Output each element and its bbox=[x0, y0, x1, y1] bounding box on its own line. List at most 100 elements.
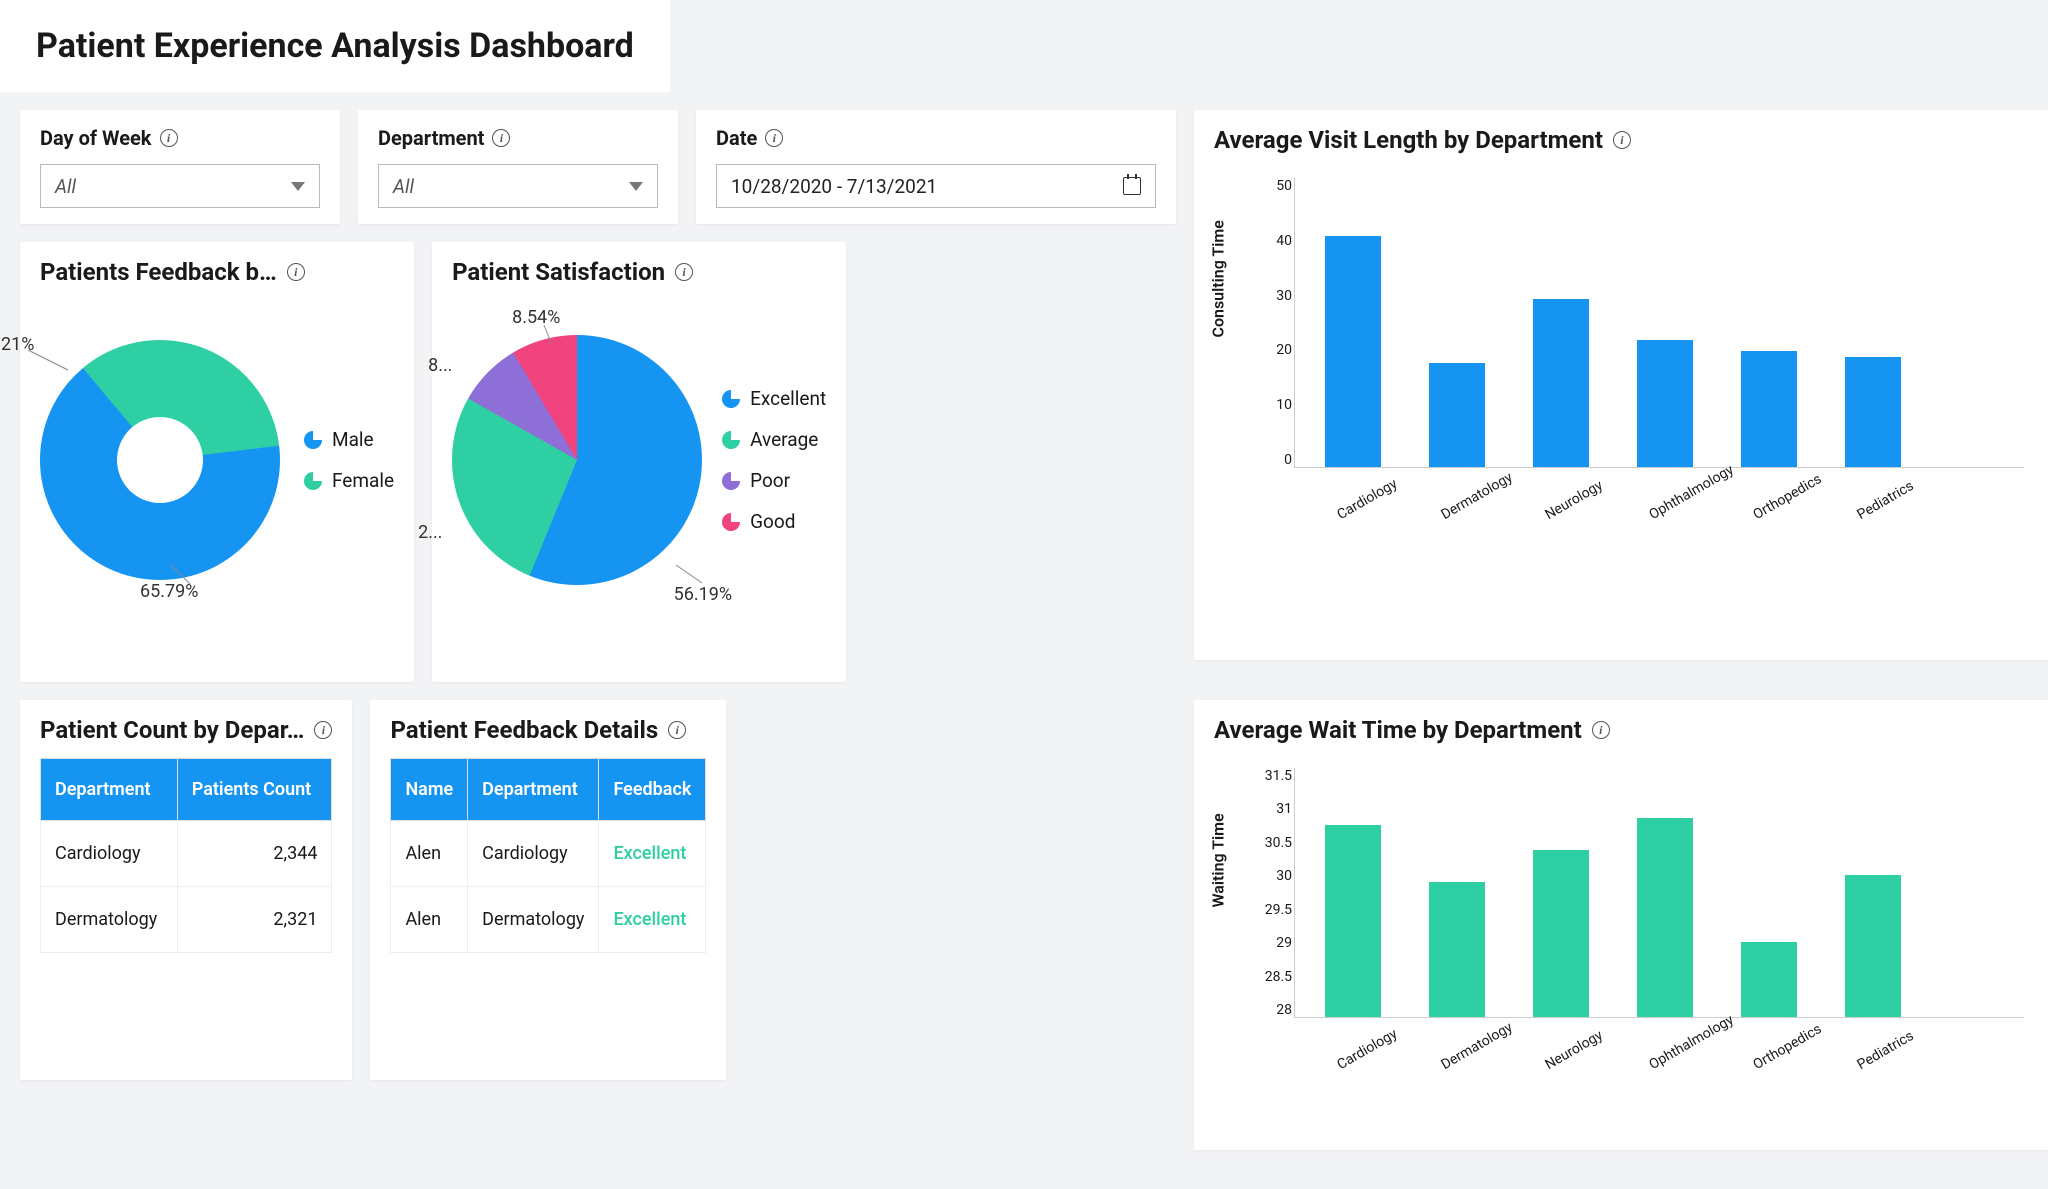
y-tick: 0 bbox=[1284, 452, 1292, 468]
legend-item[interactable]: Good bbox=[722, 510, 826, 533]
count-table-card: Patient Count by Depar… i Department Pat… bbox=[20, 700, 352, 1080]
x-tick: Ophthalmology bbox=[1644, 1026, 1728, 1116]
bar[interactable] bbox=[1637, 818, 1693, 1017]
bar[interactable] bbox=[1429, 882, 1485, 1017]
table-row[interactable]: Cardiology2,344 bbox=[41, 821, 332, 887]
page-title: Patient Experience Analysis Dashboard bbox=[36, 26, 634, 66]
details-table-body: AlenCardiologyExcellentAlenDermatologyEx… bbox=[391, 821, 706, 953]
wait-yticks: 31.53130.53029.52928.528 bbox=[1262, 768, 1292, 1018]
info-icon[interactable]: i bbox=[314, 721, 332, 739]
table-header[interactable]: Name bbox=[391, 759, 468, 821]
feedback-gender-card: Patients Feedback b… i 34.21% 65.79% bbox=[20, 242, 414, 682]
feedback-gender-title: Patients Feedback b… bbox=[40, 258, 277, 286]
filter-date-value: 10/28/2020 - 7/13/2021 bbox=[731, 175, 937, 198]
table-row[interactable]: AlenDermatologyExcellent bbox=[391, 887, 706, 953]
bar[interactable] bbox=[1741, 942, 1797, 1017]
legend-item[interactable]: Excellent bbox=[722, 387, 826, 410]
bar[interactable] bbox=[1429, 363, 1485, 467]
y-tick: 30.5 bbox=[1265, 835, 1292, 851]
visit-yticks: 50403020100 bbox=[1262, 178, 1292, 468]
legend-item[interactable]: Average bbox=[722, 428, 826, 451]
cell: Excellent bbox=[599, 887, 706, 953]
wait-time-card: Average Wait Time by Department i Waitin… bbox=[1194, 700, 2048, 1150]
x-tick: Cardiology bbox=[1332, 1026, 1416, 1116]
chevron-down-icon bbox=[291, 182, 305, 191]
x-tick: Neurology bbox=[1540, 1026, 1624, 1116]
cell: Alen bbox=[391, 821, 468, 887]
info-icon[interactable]: i bbox=[1592, 721, 1610, 739]
visit-title: Average Visit Length by Department bbox=[1214, 126, 1603, 154]
visit-xticks: CardiologyDermatologyNeurologyOphthalmol… bbox=[1294, 476, 2024, 548]
satisfaction-title: Patient Satisfaction bbox=[452, 258, 665, 286]
cell: 2,321 bbox=[177, 887, 332, 953]
legend-item[interactable]: Poor bbox=[722, 469, 826, 492]
count-table-title: Patient Count by Depar… bbox=[40, 716, 304, 744]
legend-item[interactable]: Female bbox=[304, 469, 394, 492]
gender-legend: Male Female bbox=[304, 428, 394, 492]
bar[interactable] bbox=[1533, 850, 1589, 1017]
x-tick: Cardiology bbox=[1332, 476, 1416, 566]
cell: 2,344 bbox=[177, 821, 332, 887]
info-icon[interactable]: i bbox=[492, 129, 510, 147]
filter-dept-value: All bbox=[393, 175, 414, 198]
table-header[interactable]: Department bbox=[468, 759, 599, 821]
details-table[interactable]: Name Department Feedback AlenCardiologyE… bbox=[390, 758, 706, 953]
info-icon[interactable]: i bbox=[675, 263, 693, 281]
x-tick: Orthopedics bbox=[1748, 476, 1832, 566]
y-tick: 28 bbox=[1276, 1002, 1292, 1018]
legend-item[interactable]: Male bbox=[304, 428, 394, 451]
count-table-body: Cardiology2,344Dermatology2,321 bbox=[41, 821, 332, 953]
y-tick: 30 bbox=[1276, 868, 1292, 884]
filter-date-picker[interactable]: 10/28/2020 - 7/13/2021 bbox=[716, 164, 1156, 208]
filter-dept-dropdown[interactable]: All bbox=[378, 164, 658, 208]
visit-length-card: Average Visit Length by Department i Con… bbox=[1194, 110, 2048, 660]
wait-title: Average Wait Time by Department bbox=[1214, 716, 1582, 744]
y-tick: 50 bbox=[1276, 178, 1292, 194]
info-icon[interactable]: i bbox=[287, 263, 305, 281]
filter-dept-card: Department i All bbox=[358, 110, 678, 224]
table-header[interactable]: Patients Count bbox=[177, 759, 332, 821]
satisfaction-legend: Excellent Average Poor Good bbox=[722, 387, 826, 533]
filter-date-label: Date bbox=[716, 126, 757, 150]
bar[interactable] bbox=[1637, 340, 1693, 467]
wait-bar-chart[interactable]: Waiting Time 31.53130.53029.52928.528 Ca… bbox=[1214, 758, 2044, 1098]
filter-day-value: All bbox=[55, 175, 76, 198]
bar[interactable] bbox=[1741, 351, 1797, 467]
y-tick: 20 bbox=[1276, 342, 1292, 358]
satisfaction-card: Patient Satisfaction i 56.19% 2... 8... … bbox=[432, 242, 846, 682]
info-icon[interactable]: i bbox=[1613, 131, 1631, 149]
gender-donut[interactable] bbox=[0, 291, 329, 629]
wait-xticks: CardiologyDermatologyNeurologyOphthalmol… bbox=[1294, 1026, 2024, 1098]
satisfaction-pie[interactable] bbox=[452, 335, 702, 585]
info-icon[interactable]: i bbox=[160, 129, 178, 147]
bar[interactable] bbox=[1533, 299, 1589, 467]
cell: Cardiology bbox=[41, 821, 178, 887]
filter-day-card: Day of Week i All bbox=[20, 110, 340, 224]
wait-ylabel: Waiting Time bbox=[1209, 813, 1228, 907]
bar[interactable] bbox=[1325, 236, 1381, 467]
sat-avg-label: 2... bbox=[418, 522, 442, 543]
table-header[interactable]: Feedback bbox=[599, 759, 706, 821]
cell: Cardiology bbox=[468, 821, 599, 887]
visit-bars bbox=[1294, 178, 2024, 468]
filter-day-dropdown[interactable]: All bbox=[40, 164, 320, 208]
info-icon[interactable]: i bbox=[765, 129, 783, 147]
y-tick: 10 bbox=[1276, 397, 1292, 413]
visit-bar-chart[interactable]: Consulting Time 50403020100 CardiologyDe… bbox=[1214, 168, 2044, 548]
table-row[interactable]: Dermatology2,321 bbox=[41, 887, 332, 953]
x-tick: Pediatrics bbox=[1852, 1026, 1936, 1116]
details-table-card: Patient Feedback Details i Name Departme… bbox=[370, 700, 726, 1080]
table-row[interactable]: AlenCardiologyExcellent bbox=[391, 821, 706, 887]
bar[interactable] bbox=[1325, 825, 1381, 1017]
cell: Alen bbox=[391, 887, 468, 953]
count-table[interactable]: Department Patients Count Cardiology2,34… bbox=[40, 758, 332, 953]
info-icon[interactable]: i bbox=[668, 721, 686, 739]
wait-bars bbox=[1294, 768, 2024, 1018]
cell: Excellent bbox=[599, 821, 706, 887]
y-tick: 28.5 bbox=[1265, 969, 1292, 985]
table-header[interactable]: Department bbox=[41, 759, 178, 821]
bar[interactable] bbox=[1845, 875, 1901, 1017]
bar[interactable] bbox=[1845, 357, 1901, 467]
visit-ylabel: Consulting Time bbox=[1209, 220, 1228, 337]
sat-poor-label: 8... bbox=[428, 355, 452, 376]
